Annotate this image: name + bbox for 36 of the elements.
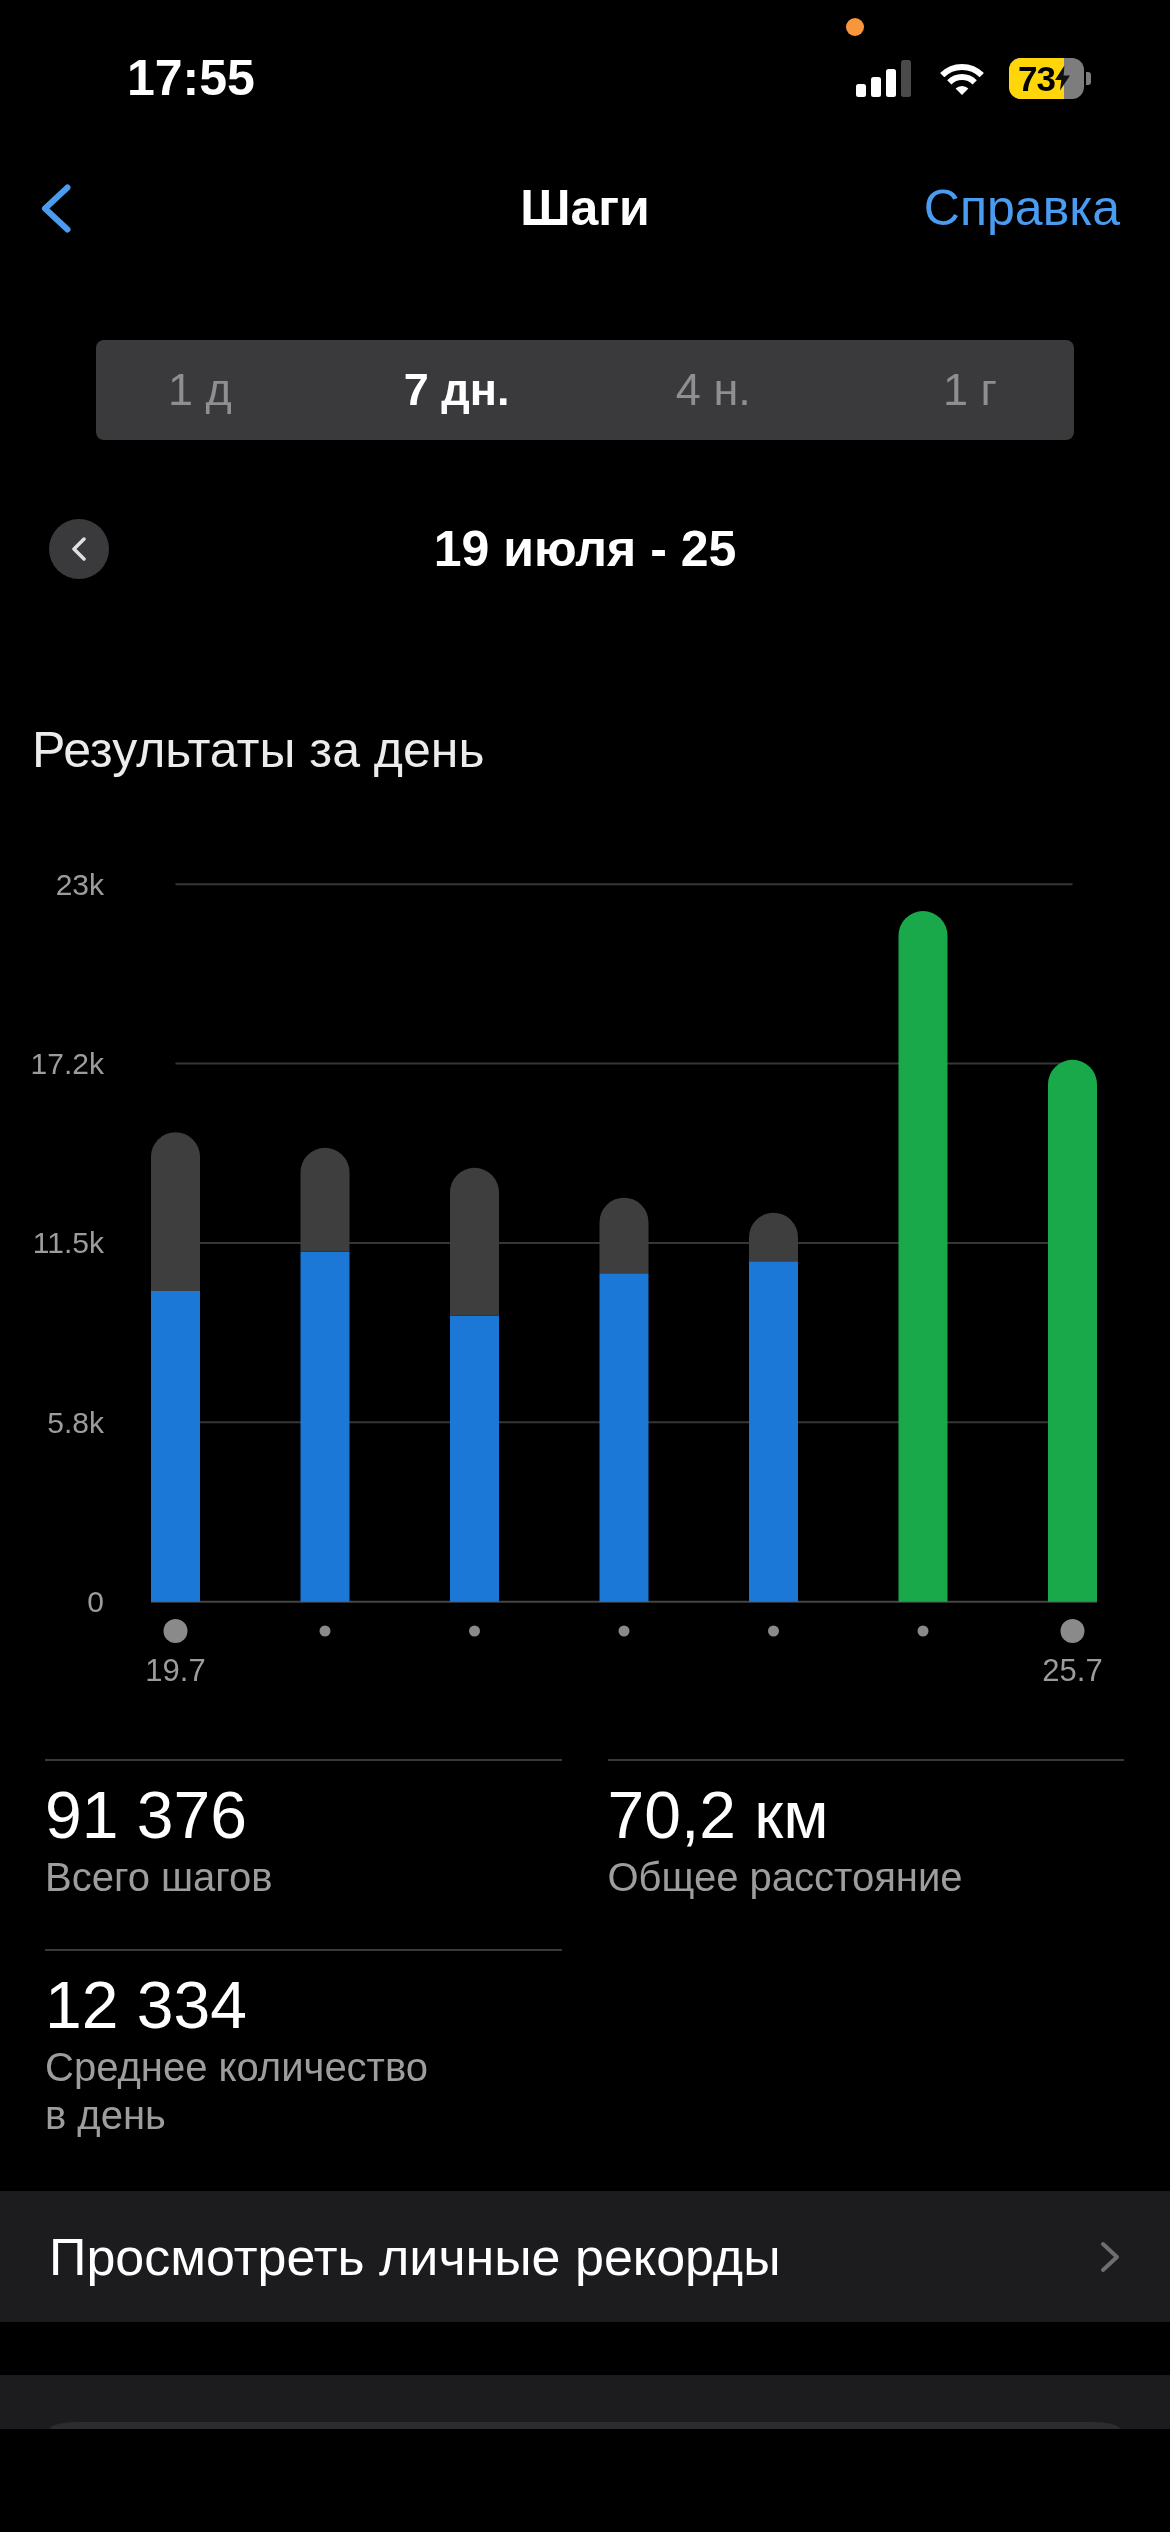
back-icon[interactable]	[41, 183, 71, 233]
stat-value: 91 376	[45, 1777, 247, 1853]
screen-title: Шаги	[520, 179, 650, 237]
help-link[interactable]: Справка	[923, 179, 1120, 237]
dot-icon	[469, 1625, 480, 1637]
y-axis-label: 0	[87, 1585, 104, 1619]
chart-title: Результаты за день	[32, 722, 485, 778]
stat-value: 12 334	[45, 1967, 247, 2043]
date-range: 19 июля - 25	[433, 520, 737, 578]
chevron-right-icon	[1100, 2240, 1120, 2273]
stat-label: Общее расстояние	[607, 1854, 963, 1901]
status-dot-icon	[846, 18, 864, 36]
x-axis-label: 19.7	[145, 1652, 206, 1688]
dot-icon	[1060, 1619, 1085, 1643]
battery-icon	[1009, 57, 1091, 99]
chevron-left-icon	[72, 537, 86, 561]
stat-label: Среднее количество в день	[45, 2044, 429, 2139]
dot-icon	[917, 1625, 929, 1637]
previous-period-button[interactable]	[49, 519, 109, 579]
personal-records-button[interactable]: Просмотреть личные рекорды	[0, 2191, 1170, 2322]
dot-icon	[768, 1625, 779, 1637]
clock-time: 17:55	[127, 49, 255, 107]
stat-value: 70,2 км	[607, 1777, 829, 1853]
battery-percent: 73	[1018, 57, 1055, 99]
y-axis-label: 11.5k	[32, 1226, 104, 1260]
dot-icon	[618, 1625, 630, 1637]
stat-label: Всего шагов	[45, 1854, 273, 1901]
y-axis-label: 5.8k	[47, 1405, 104, 1439]
dot-icon	[319, 1625, 331, 1637]
dot-icon	[163, 1619, 188, 1643]
signal-icon	[856, 59, 912, 97]
bolt-icon	[1054, 65, 1070, 91]
y-axis-label: 23k	[55, 867, 104, 901]
y-axis-label: 17.2k	[30, 1047, 104, 1081]
range-tab[interactable]: 7 дн.	[396, 360, 517, 420]
x-axis-label: 25.7	[1042, 1652, 1103, 1688]
